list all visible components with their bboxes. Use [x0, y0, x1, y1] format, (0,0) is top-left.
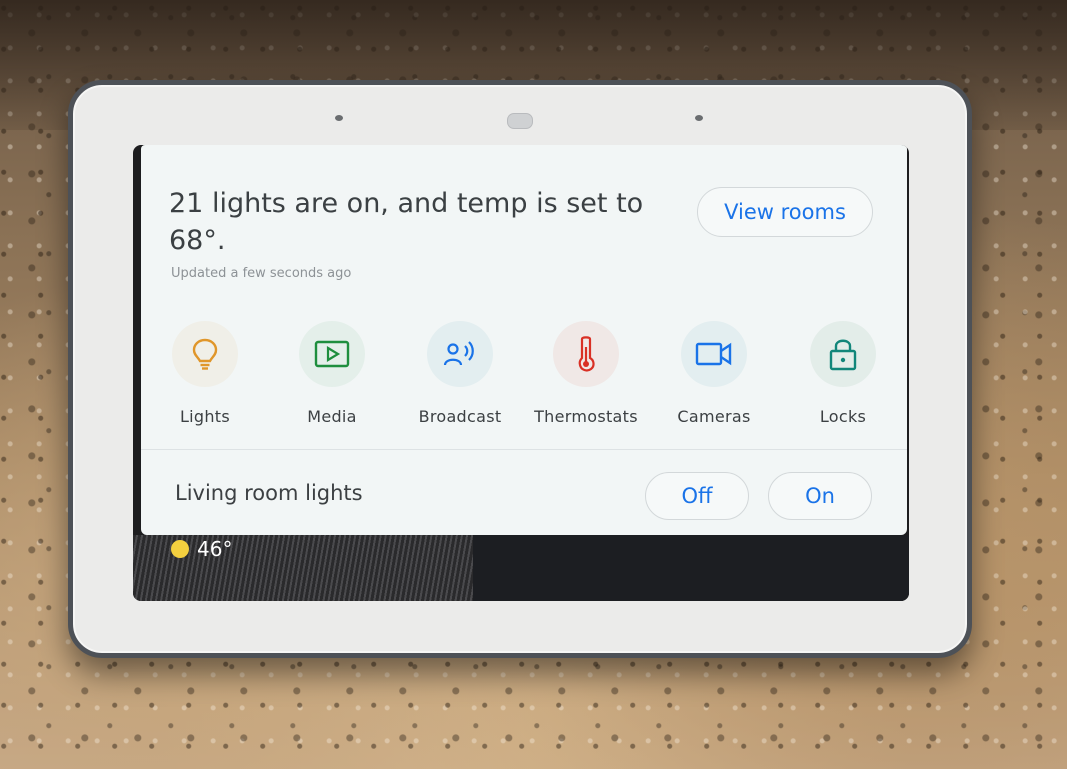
lights-off-button[interactable]: Off	[645, 472, 749, 520]
tile-thermostats-label: Thermostats	[534, 407, 638, 426]
tile-broadcast[interactable]: Broadcast	[396, 321, 524, 426]
card-divider	[141, 449, 907, 450]
tile-locks-label: Locks	[819, 407, 867, 426]
tile-cameras[interactable]: Cameras	[650, 321, 778, 426]
thermometer-icon	[578, 336, 595, 372]
view-rooms-button[interactable]: View rooms	[697, 187, 873, 237]
mic-sensor-right	[695, 115, 703, 121]
tile-media-label: Media	[307, 407, 357, 426]
mic-sensor-left	[335, 115, 343, 121]
weather-readout: 46°	[171, 537, 232, 561]
lights-on-button[interactable]: On	[768, 472, 872, 520]
tile-cameras-label: Cameras	[677, 407, 751, 426]
temperature-value: 46°	[197, 537, 233, 561]
tile-media-bg	[299, 321, 365, 387]
home-control-card: 21 lights are on, and temp is set to 68°…	[141, 145, 907, 535]
device-category-tiles: Lights Media Broadcast Thermostats Camer…	[141, 321, 907, 431]
ambient-photo-dark	[473, 535, 909, 601]
tile-thermostats[interactable]: Thermostats	[522, 321, 650, 426]
camera-icon	[695, 342, 732, 366]
tile-locks[interactable]: Locks	[779, 321, 907, 426]
lock-icon	[829, 339, 857, 371]
bulb-icon	[192, 338, 218, 370]
tile-broadcast-bg	[427, 321, 493, 387]
tile-cameras-bg	[681, 321, 747, 387]
tile-lights-bg	[172, 321, 238, 387]
status-headline: 21 lights are on, and temp is set to 68°…	[169, 188, 644, 256]
tile-broadcast-label: Broadcast	[418, 407, 502, 426]
updated-timestamp: Updated a few seconds ago	[171, 266, 352, 281]
tile-locks-bg	[810, 321, 876, 387]
tile-lights-label: Lights	[179, 407, 231, 426]
sun-icon	[171, 540, 189, 558]
broadcast-icon	[443, 341, 474, 366]
ambient-sensor	[507, 113, 533, 129]
smart-display-device: 46° 21 lights are on, and temp is set to…	[68, 80, 972, 658]
living-room-lights-label: Living room lights	[175, 481, 363, 505]
ambient-photo-background	[133, 535, 909, 601]
display-screen: 46° 21 lights are on, and temp is set to…	[133, 145, 909, 601]
tile-lights[interactable]: Lights	[141, 321, 269, 426]
play-icon	[314, 340, 350, 368]
tile-media[interactable]: Media	[268, 321, 396, 426]
tile-thermostats-bg	[553, 321, 619, 387]
